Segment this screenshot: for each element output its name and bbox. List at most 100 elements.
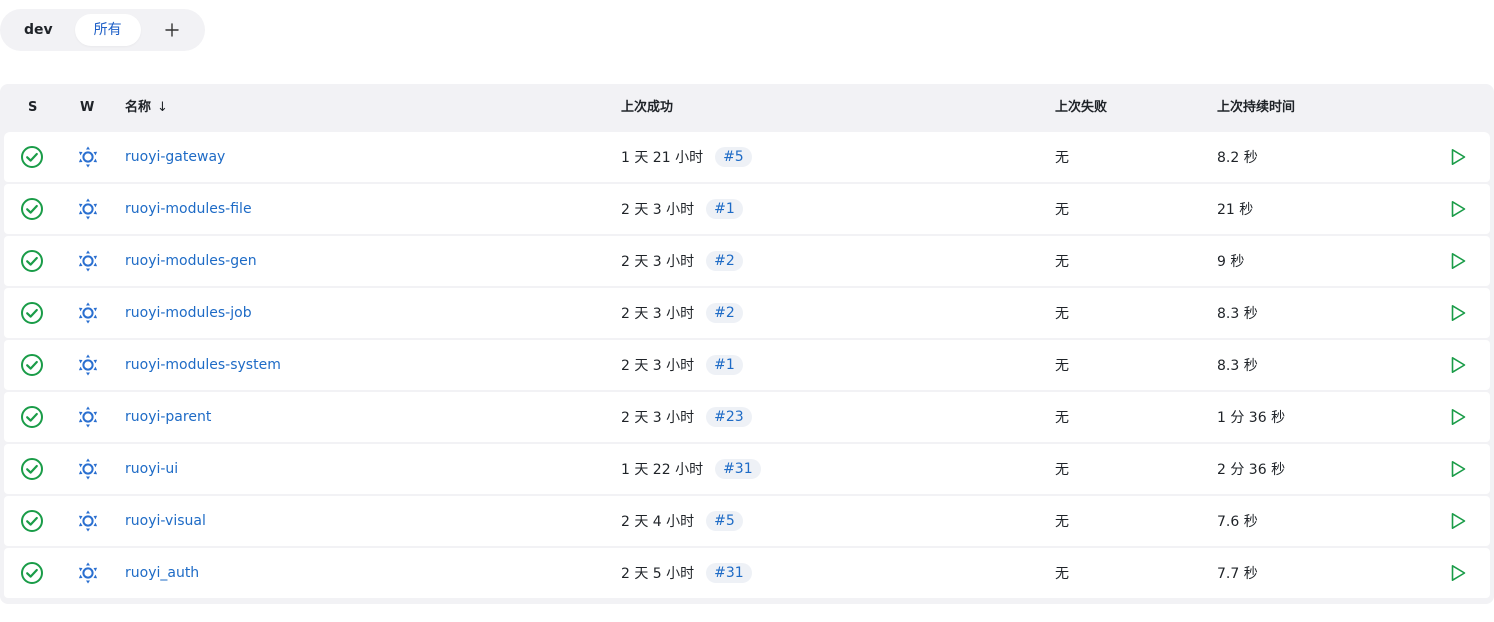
success-check-icon xyxy=(21,510,43,532)
schedule-build-button[interactable] xyxy=(1448,459,1468,479)
last-failure-cell: 无 xyxy=(1055,184,1069,234)
last-duration-cell: 8.3 秒 xyxy=(1217,340,1258,390)
job-name-cell: ruoyi-gateway xyxy=(125,132,225,182)
last-success-time: 2 天 3 小时 xyxy=(621,306,695,322)
table-row: ruoyi_auth 2 天 5 小时 #31 无 7.7 秒 xyxy=(4,548,1490,598)
job-name-link[interactable]: ruoyi-modules-job xyxy=(125,305,252,321)
job-name-link[interactable]: ruoyi-modules-file xyxy=(125,201,252,217)
last-success-cell: 2 天 3 小时 #1 xyxy=(621,340,743,390)
last-failure-cell: 无 xyxy=(1055,288,1069,338)
weather-cell xyxy=(76,444,100,494)
job-name-link[interactable]: ruoyi-gateway xyxy=(125,149,225,165)
build-number-link[interactable]: #23 xyxy=(706,407,752,427)
last-failure-value: 无 xyxy=(1055,306,1069,322)
last-success-cell: 2 天 3 小时 #23 xyxy=(621,392,752,442)
job-name-cell: ruoyi-modules-file xyxy=(125,184,252,234)
build-number-link[interactable]: #5 xyxy=(715,147,752,167)
table-row: ruoyi-ui 1 天 22 小时 #31 无 2 分 36 秒 xyxy=(4,444,1490,494)
last-success-time: 2 天 3 小时 xyxy=(621,358,695,374)
header-last-success[interactable]: 上次成功 xyxy=(621,84,673,132)
last-duration-value: 7.6 秒 xyxy=(1217,514,1258,530)
build-number-link[interactable]: #1 xyxy=(706,355,743,375)
table-row: ruoyi-visual 2 天 4 小时 #5 无 7.6 秒 xyxy=(4,496,1490,546)
header-weather[interactable]: W xyxy=(80,84,94,132)
status-cell xyxy=(20,496,44,546)
last-failure-cell: 无 xyxy=(1055,496,1069,546)
job-name-link[interactable]: ruoyi-modules-gen xyxy=(125,253,257,269)
last-failure-value: 无 xyxy=(1055,462,1069,478)
table-row: ruoyi-gateway 1 天 21 小时 #5 无 8.2 秒 xyxy=(4,132,1490,182)
schedule-build-button[interactable] xyxy=(1448,511,1468,531)
last-success-cell: 1 天 21 小时 #5 xyxy=(621,132,752,182)
table-row: ruoyi-modules-gen 2 天 3 小时 #2 无 9 秒 xyxy=(4,236,1490,286)
run-cell xyxy=(1448,496,1468,546)
success-check-icon xyxy=(21,198,43,220)
last-duration-value: 1 分 36 秒 xyxy=(1217,410,1286,426)
run-cell xyxy=(1448,392,1468,442)
run-cell xyxy=(1448,548,1468,598)
sort-down-icon: ↓ xyxy=(157,100,168,115)
last-failure-value: 无 xyxy=(1055,254,1069,270)
schedule-build-button[interactable] xyxy=(1448,303,1468,323)
sunny-weather-icon xyxy=(78,354,98,376)
success-check-icon xyxy=(21,562,43,584)
table-row: ruoyi-parent 2 天 3 小时 #23 无 1 分 36 秒 xyxy=(4,392,1490,442)
last-failure-value: 无 xyxy=(1055,566,1069,582)
header-last-duration[interactable]: 上次持续时间 xyxy=(1217,84,1295,132)
schedule-build-button[interactable] xyxy=(1448,251,1468,271)
run-cell xyxy=(1448,132,1468,182)
add-view-button[interactable] xyxy=(157,15,187,45)
schedule-build-button[interactable] xyxy=(1448,355,1468,375)
status-cell xyxy=(20,288,44,338)
play-icon xyxy=(1451,565,1466,581)
sunny-weather-icon xyxy=(78,250,98,272)
job-name-cell: ruoyi-visual xyxy=(125,496,206,546)
schedule-build-button[interactable] xyxy=(1448,407,1468,427)
last-failure-value: 无 xyxy=(1055,358,1069,374)
last-duration-cell: 21 秒 xyxy=(1217,184,1253,234)
job-name-link[interactable]: ruoyi-parent xyxy=(125,409,211,425)
sunny-weather-icon xyxy=(78,406,98,428)
tab-dev[interactable]: dev xyxy=(8,14,69,46)
last-success-cell: 2 天 4 小时 #5 xyxy=(621,496,743,546)
last-success-cell: 2 天 5 小时 #31 xyxy=(621,548,752,598)
schedule-build-button[interactable] xyxy=(1448,563,1468,583)
last-duration-value: 7.7 秒 xyxy=(1217,566,1258,582)
header-status[interactable]: S xyxy=(28,84,37,132)
job-name-link[interactable]: ruoyi-visual xyxy=(125,513,206,529)
weather-cell xyxy=(76,392,100,442)
header-name[interactable]: 名称 ↓ xyxy=(125,84,168,132)
schedule-build-button[interactable] xyxy=(1448,199,1468,219)
weather-cell xyxy=(76,496,100,546)
sunny-weather-icon xyxy=(78,458,98,480)
job-name-link[interactable]: ruoyi-modules-system xyxy=(125,357,281,373)
build-number-link[interactable]: #2 xyxy=(706,303,743,323)
build-number-link[interactable]: #5 xyxy=(706,511,743,531)
tab-all[interactable]: 所有 xyxy=(74,14,141,46)
play-icon xyxy=(1451,409,1466,425)
status-cell xyxy=(20,548,44,598)
play-icon xyxy=(1451,305,1466,321)
schedule-build-button[interactable] xyxy=(1448,147,1468,167)
build-number-link[interactable]: #31 xyxy=(715,459,761,479)
last-duration-cell: 8.3 秒 xyxy=(1217,288,1258,338)
last-failure-value: 无 xyxy=(1055,410,1069,426)
last-success-cell: 2 天 3 小时 #1 xyxy=(621,184,743,234)
last-success-time: 1 天 21 小时 xyxy=(621,150,704,166)
success-check-icon xyxy=(21,146,43,168)
last-success-time: 2 天 3 小时 xyxy=(621,410,695,426)
job-name-cell: ruoyi-modules-gen xyxy=(125,236,257,286)
build-number-link[interactable]: #2 xyxy=(706,251,743,271)
success-check-icon xyxy=(21,458,43,480)
last-success-cell: 2 天 3 小时 #2 xyxy=(621,236,743,286)
sunny-weather-icon xyxy=(78,302,98,324)
job-name-link[interactable]: ruoyi-ui xyxy=(125,461,178,477)
jobs-table: S W 名称 ↓ 上次成功 上次失败 上次持续时间 ruoyi-gateway xyxy=(0,84,1494,604)
job-name-link[interactable]: ruoyi_auth xyxy=(125,565,199,581)
build-number-link[interactable]: #1 xyxy=(706,199,743,219)
job-name-cell: ruoyi-modules-system xyxy=(125,340,281,390)
last-duration-cell: 9 秒 xyxy=(1217,236,1244,286)
play-icon xyxy=(1451,513,1466,529)
build-number-link[interactable]: #31 xyxy=(706,563,752,583)
header-last-failure[interactable]: 上次失败 xyxy=(1055,84,1107,132)
